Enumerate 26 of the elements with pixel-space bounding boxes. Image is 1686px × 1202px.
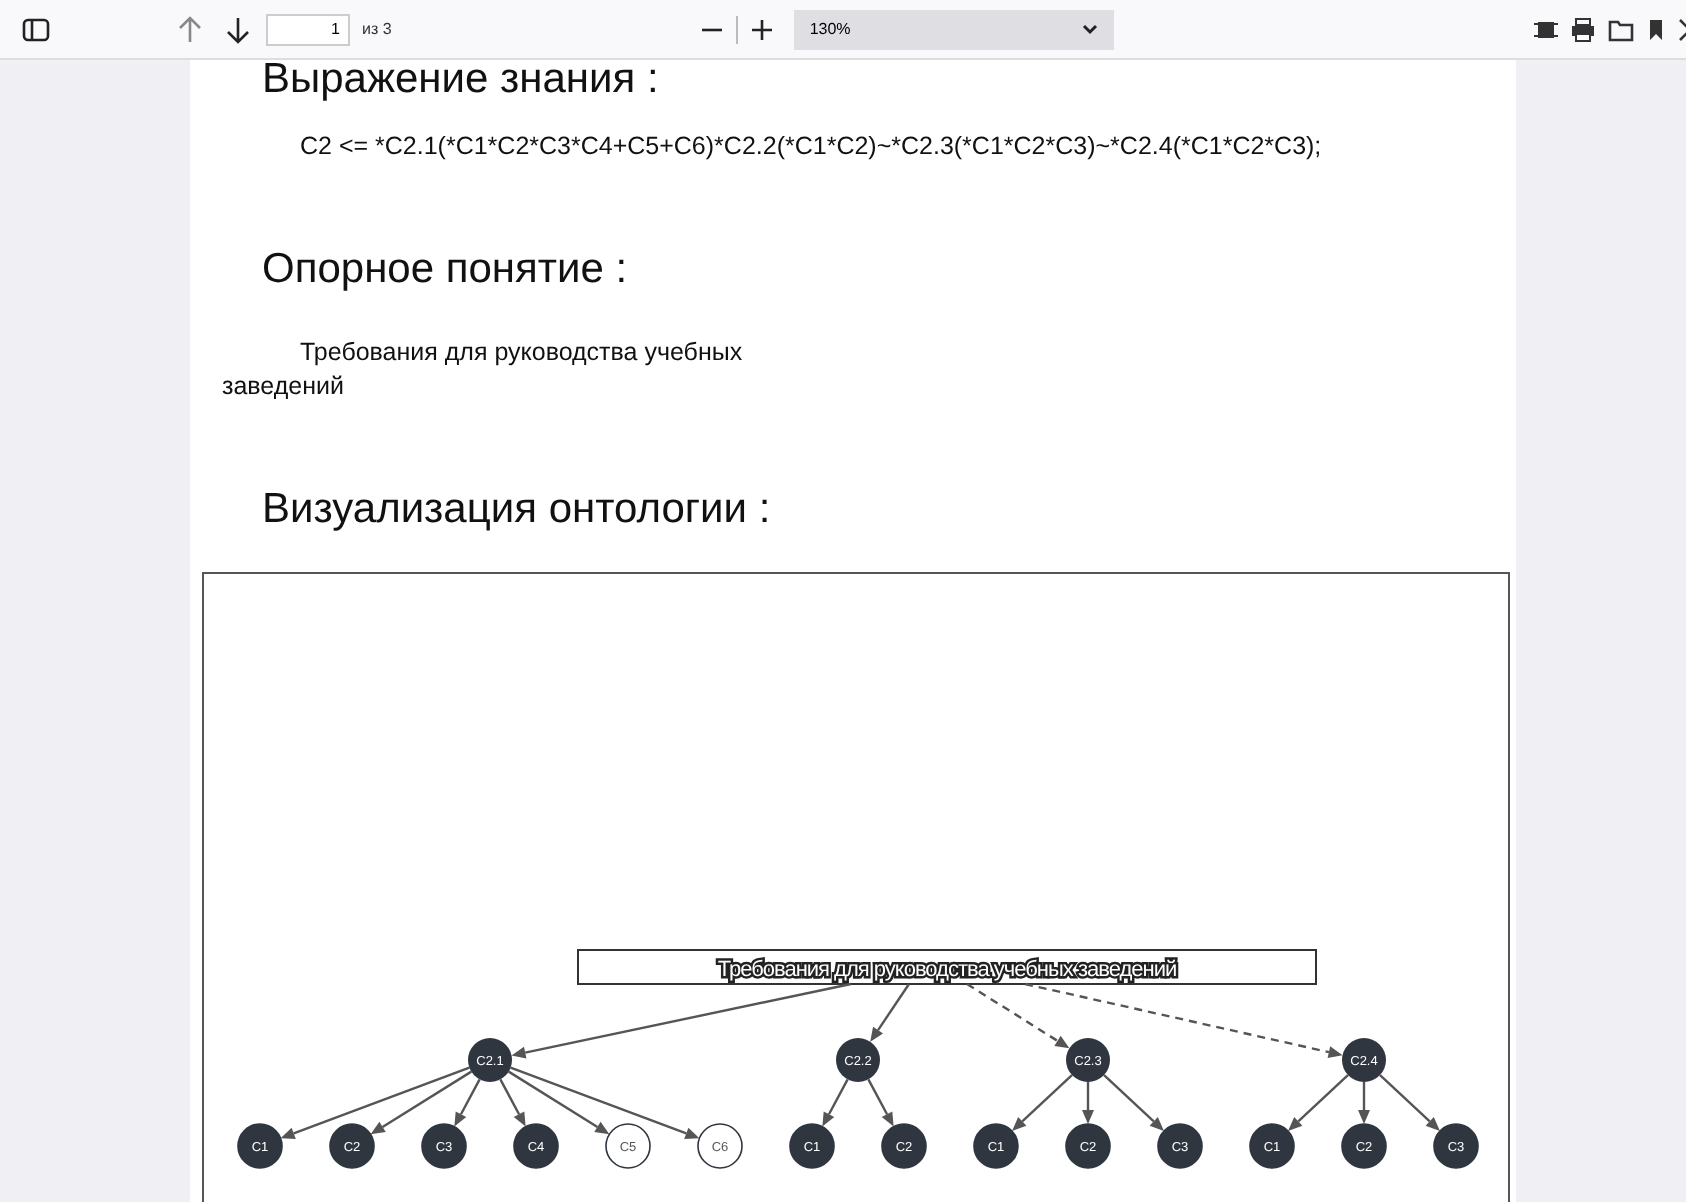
arrow [1082,1082,1094,1124]
arrow [822,1078,849,1127]
fit-page-icon[interactable] [1534,17,1558,41]
arrow [867,1078,894,1127]
caret-icon [1081,23,1098,35]
arrow [1012,1074,1073,1131]
arrow [1103,1074,1164,1131]
arrow [1358,1082,1370,1124]
arrow [1288,1074,1349,1131]
print-icon[interactable] [1570,17,1596,41]
zoom-select[interactable]: 130% [793,9,1114,49]
root-concept-box: Требования для руководства учебных заведений [577,949,1317,985]
zoom-in-icon[interactable] [749,17,774,41]
bookmark-icon[interactable] [1646,17,1666,41]
folder-icon[interactable] [1608,17,1634,41]
formula-text: C2 <= *C2.1(*C1*C2*C3*C4+C5+C6)*C2.2(*C1*C2)~*C2.3(*C1*C2*C3)~*C2.4(*C1*C2*C3); [300,132,1324,160]
page-count: из 3 [362,20,392,38]
section-heading: Выражение знания : [262,60,661,106]
sidebar-toggle-icon[interactable] [22,17,50,41]
arrow [1379,1074,1440,1131]
arrow-up-icon[interactable] [178,15,202,43]
concept-text: Требования для руководства учебных заведений [222,336,745,404]
section-heading: Визуализация онтологии : [262,484,773,536]
page-number-field[interactable]: 1 [266,13,350,45]
arrow-down-icon[interactable] [226,15,250,43]
section-heading: Опорное понятие : [262,244,630,296]
